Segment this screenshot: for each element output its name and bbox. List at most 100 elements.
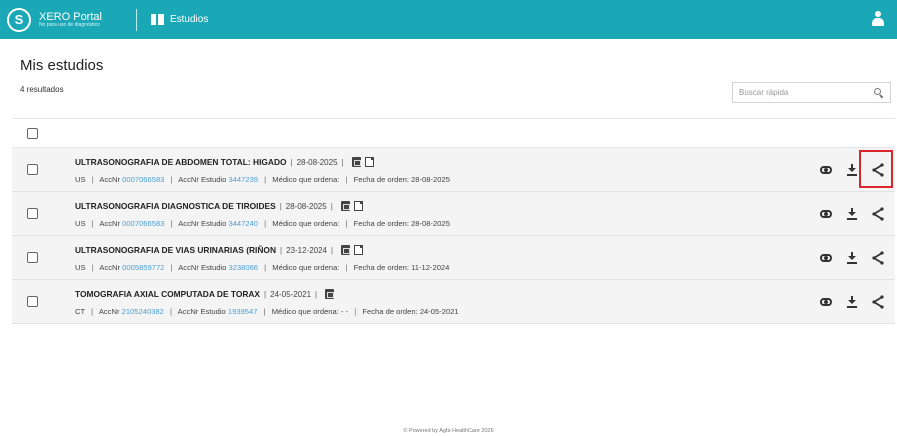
eye-icon xyxy=(820,298,832,306)
page-title: Mis estudios xyxy=(20,57,104,74)
separator: | xyxy=(280,245,283,255)
row-actions xyxy=(811,280,889,324)
study-line1: TOMOGRAFIA AXIAL COMPUTADA DE TORAX | 24… xyxy=(75,289,335,299)
nav-studies-label: Estudios xyxy=(169,14,209,25)
row-checkbox[interactable] xyxy=(27,252,38,263)
share-icon xyxy=(872,295,884,309)
study-title[interactable]: TOMOGRAFIA AXIAL COMPUTADA DE TORAX xyxy=(75,289,260,299)
accnr-label: AccNr xyxy=(99,219,121,228)
fecha-orden-value: 11-12-2024 xyxy=(411,263,450,272)
accnr-label: AccNr xyxy=(99,175,121,184)
images-icon[interactable] xyxy=(325,289,335,299)
accnr-label: AccNr xyxy=(99,263,121,272)
accnr-estudio-link[interactable]: 1939547 xyxy=(228,307,258,316)
modality: CT xyxy=(75,307,85,316)
eye-icon xyxy=(820,210,832,218)
study-date: 24-05-2021 xyxy=(270,289,312,299)
view-button[interactable] xyxy=(815,203,837,225)
user-icon[interactable] xyxy=(871,11,885,28)
download-button[interactable] xyxy=(841,247,863,269)
brand: XERO Portal No para uso de diagnóstico xyxy=(39,11,102,29)
images-icon[interactable] xyxy=(351,157,361,167)
footer: © Powered by Agfa HealthCare 2026 xyxy=(403,428,494,434)
accnr-link[interactable]: 2105240382 xyxy=(122,307,164,316)
accnr-link[interactable]: 0007066583 xyxy=(122,175,164,184)
divider xyxy=(135,8,137,31)
share-button[interactable] xyxy=(867,203,889,225)
study-date: 23-12-2024 xyxy=(286,245,327,255)
search-icon[interactable] xyxy=(874,88,884,99)
medico-label: Médico que ordena: xyxy=(271,307,339,316)
separator: | xyxy=(315,289,318,299)
study-row[interactable]: ULTRASONOGRAFIA DE VIAS URINARIAS (RIÑON… xyxy=(12,236,895,280)
study-line1: ULTRASONOGRAFIA DE VIAS URINARIAS (RIÑON… xyxy=(75,245,364,255)
view-button[interactable] xyxy=(815,247,837,269)
accnr-estudio-link[interactable]: 3447240 xyxy=(228,219,258,228)
select-all-checkbox[interactable] xyxy=(27,128,38,139)
row-checkbox[interactable] xyxy=(27,208,38,219)
accnr-link[interactable]: 0007066583 xyxy=(122,219,164,228)
fecha-orden-label: Fecha de orden: xyxy=(362,307,418,316)
accnr-estudio-link[interactable]: 3447239 xyxy=(228,175,258,184)
study-line2: CT | AccNr 2105240382 | AccNr Estudio 19… xyxy=(75,307,459,316)
list-header xyxy=(12,118,895,148)
study-date: 28-08-2025 xyxy=(285,201,327,211)
share-highlight-box xyxy=(859,150,893,188)
brand-title: XERO Portal xyxy=(39,10,102,23)
download-icon xyxy=(847,252,857,264)
study-title[interactable]: ULTRASONOGRAFIA DE ABDOMEN TOTAL: HIGADO xyxy=(75,157,287,167)
eye-icon xyxy=(820,254,832,262)
medico-value: - - xyxy=(340,307,349,316)
study-date: 28-08-2025 xyxy=(296,157,338,167)
search-box xyxy=(732,82,891,103)
fecha-orden-value: 28-08-2025 xyxy=(411,175,450,184)
study-line1: ULTRASONOGRAFIA DIAGNOSTICA DE TIROIDES … xyxy=(75,201,363,211)
results-count: 4 resultados xyxy=(20,85,64,94)
study-row[interactable]: ULTRASONOGRAFIA DE ABDOMEN TOTAL: HIGADO… xyxy=(12,148,895,192)
row-actions xyxy=(811,236,889,280)
separator: | xyxy=(264,289,267,299)
download-button[interactable] xyxy=(841,203,863,225)
download-icon xyxy=(847,208,857,220)
row-checkbox[interactable] xyxy=(27,296,38,307)
study-title[interactable]: ULTRASONOGRAFIA DE VIAS URINARIAS (RIÑON xyxy=(75,245,276,255)
share-button[interactable] xyxy=(867,247,889,269)
images-icon[interactable] xyxy=(341,245,351,255)
study-row[interactable]: ULTRASONOGRAFIA DIAGNOSTICA DE TIROIDES … xyxy=(12,192,895,236)
share-button[interactable] xyxy=(867,291,889,313)
fecha-orden-label: Fecha de orden: xyxy=(353,175,409,184)
share-icon xyxy=(872,251,884,265)
row-checkbox[interactable] xyxy=(27,164,38,175)
study-line2: US | AccNr 0007066583 | AccNr Estudio 34… xyxy=(75,219,450,228)
download-button[interactable] xyxy=(841,291,863,313)
accnr-link[interactable]: 0005859772 xyxy=(122,263,164,272)
medico-label: Médico que ordena: xyxy=(272,219,340,228)
row-actions xyxy=(811,192,889,236)
study-title[interactable]: ULTRASONOGRAFIA DIAGNOSTICA DE TIROIDES xyxy=(75,201,276,211)
top-bar: S XERO Portal No para uso de diagnóstico… xyxy=(0,0,897,39)
separator: | xyxy=(330,201,333,211)
view-button[interactable] xyxy=(815,291,837,313)
study-line1: ULTRASONOGRAFIA DE ABDOMEN TOTAL: HIGADO… xyxy=(75,157,374,167)
medico-label: Médico que ordena: xyxy=(272,175,340,184)
share-icon xyxy=(872,207,884,221)
report-icon[interactable] xyxy=(364,157,374,167)
view-button[interactable] xyxy=(815,159,837,181)
eye-icon xyxy=(820,166,832,174)
download-icon xyxy=(847,164,857,176)
studies-icon xyxy=(150,13,164,26)
report-icon[interactable] xyxy=(353,201,363,211)
study-row[interactable]: TOMOGRAFIA AXIAL COMPUTADA DE TORAX | 24… xyxy=(12,280,895,324)
report-icon[interactable] xyxy=(354,245,364,255)
xero-logo-icon[interactable]: S xyxy=(7,7,31,32)
medico-label: Médico que ordena: xyxy=(272,263,340,272)
modality: US xyxy=(75,219,86,228)
images-icon[interactable] xyxy=(340,201,350,211)
study-list: ULTRASONOGRAFIA DE ABDOMEN TOTAL: HIGADO… xyxy=(12,118,895,324)
accnr-estudio-label: AccNr Estudio xyxy=(177,307,226,316)
accnr-estudio-link[interactable]: 3238066 xyxy=(228,263,258,272)
nav-studies-button[interactable]: Estudios xyxy=(150,13,209,26)
accnr-estudio-label: AccNr Estudio xyxy=(178,263,227,272)
separator: | xyxy=(331,245,334,255)
search-input[interactable] xyxy=(739,88,867,97)
